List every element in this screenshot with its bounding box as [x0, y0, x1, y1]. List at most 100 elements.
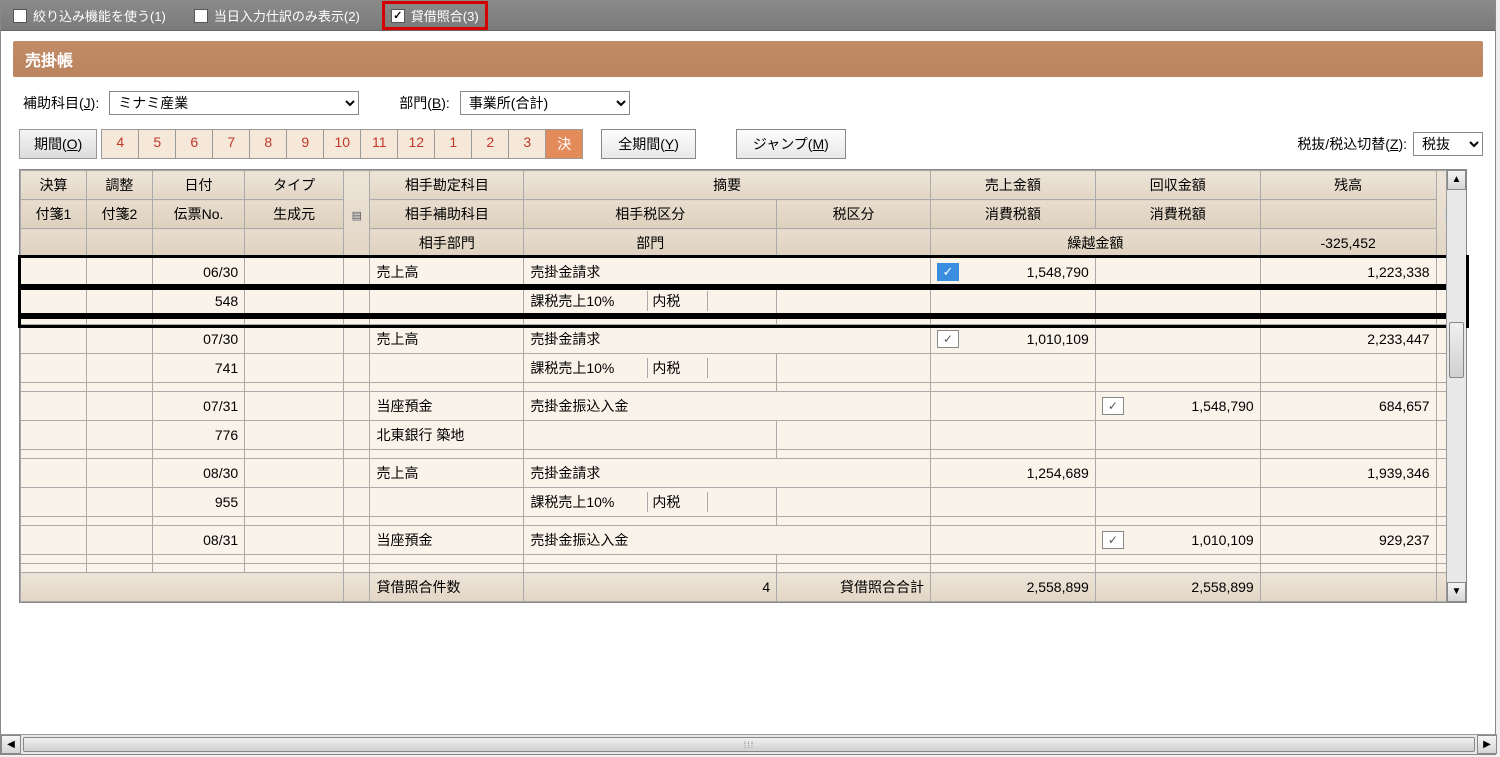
col-zandaka[interactable]: 残高: [1260, 171, 1436, 200]
check-icon[interactable]: ✓: [937, 330, 959, 348]
cell-aite[interactable]: 売上高: [370, 325, 524, 354]
period-month-決[interactable]: 決: [546, 129, 583, 159]
col-shohizei1[interactable]: 消費税額: [931, 200, 1096, 229]
cell-zandaka[interactable]: 684,657: [1260, 392, 1436, 421]
cell-uriage[interactable]: ✓1,548,790: [931, 258, 1096, 287]
cell-slip[interactable]: 548: [152, 287, 244, 316]
cell-aite[interactable]: 当座預金: [370, 392, 524, 421]
period-month-9[interactable]: 9: [287, 129, 324, 159]
cell-date[interactable]: 07/30: [152, 325, 244, 354]
cell-tekiyo[interactable]: 売掛金請求: [524, 325, 931, 354]
cell-kaishu[interactable]: [1095, 258, 1260, 287]
tax-toggle-select[interactable]: 税抜: [1413, 132, 1483, 156]
col-seisei[interactable]: 生成元: [245, 200, 344, 229]
ledger-row-bumon[interactable]: [21, 564, 1466, 573]
ledger-row-bumon[interactable]: [21, 316, 1466, 325]
cell-tax-kubun[interactable]: 課税売上10%内税: [524, 354, 777, 383]
col-denpyo[interactable]: 伝票No.: [152, 200, 244, 229]
ledger-row[interactable]: 08/31当座預金売掛金振込入金✓1,010,109929,237: [21, 526, 1466, 555]
ledger-row[interactable]: 07/30 売上高売掛金請求✓1,010,109 2,233,447: [21, 325, 1466, 354]
col-zeikubun[interactable]: 税区分: [777, 200, 931, 229]
ledger-row-bumon[interactable]: [21, 450, 1466, 459]
filter3-checkbox[interactable]: ✓ 貸借照合(3): [382, 1, 488, 30]
col-uriage[interactable]: 売上金額: [931, 171, 1096, 200]
col-fusen2[interactable]: 付箋2: [86, 200, 152, 229]
cell-tekiyo[interactable]: 売掛金振込入金: [524, 392, 931, 421]
cell-uriage[interactable]: [931, 526, 1096, 555]
cell-slip[interactable]: [152, 555, 244, 564]
period-month-12[interactable]: 12: [398, 129, 435, 159]
jump-button[interactable]: ジャンプ(M): [736, 129, 846, 159]
cell-zandaka[interactable]: 2,233,447: [1260, 325, 1436, 354]
col-aite-zei[interactable]: 相手税区分: [524, 200, 777, 229]
col-fusen1[interactable]: 付箋1: [21, 200, 87, 229]
ledger-row[interactable]: 08/30 売上高売掛金請求1,254,689 1,939,346: [21, 459, 1466, 488]
cell-tax-kubun[interactable]: [524, 421, 777, 450]
check-icon[interactable]: ✓: [1102, 531, 1124, 549]
col-chosei[interactable]: 調整: [86, 171, 152, 200]
ledger-row-bumon[interactable]: [21, 383, 1466, 392]
cell-kaishu[interactable]: [1095, 459, 1260, 488]
ledger-row[interactable]: 07/31 当座預金売掛金振込入金 ✓1,548,790684,657: [21, 392, 1466, 421]
period-month-7[interactable]: 7: [213, 129, 250, 159]
check-icon[interactable]: ✓: [937, 263, 959, 281]
col-aite-bumon[interactable]: 相手部門: [370, 229, 524, 258]
cell-aite[interactable]: 売上高: [370, 258, 524, 287]
period-month-3[interactable]: 3: [509, 129, 546, 159]
col-bumon[interactable]: 部門: [524, 229, 777, 258]
ledger-row[interactable]: 06/30売上高売掛金請求✓1,548,7901,223,338: [21, 258, 1466, 287]
period-month-10[interactable]: 10: [324, 129, 361, 159]
col-aite-hojo[interactable]: 相手補助科目: [370, 200, 524, 229]
col-type[interactable]: タイプ: [245, 171, 344, 200]
check-icon[interactable]: ✓: [1102, 397, 1124, 415]
horizontal-scrollbar[interactable]: ◀ ⁞⁞⁞ ▶: [1, 734, 1497, 754]
period-month-11[interactable]: 11: [361, 129, 398, 159]
period-month-6[interactable]: 6: [176, 129, 213, 159]
cell-tax-kubun[interactable]: [524, 555, 777, 564]
cell-date[interactable]: 08/31: [152, 526, 244, 555]
cell-aite-hojo[interactable]: 北東銀行 築地: [370, 421, 524, 450]
cell-zandaka[interactable]: 1,223,338: [1260, 258, 1436, 287]
cell-tekiyo[interactable]: 売掛金振込入金: [524, 526, 931, 555]
period-month-5[interactable]: 5: [139, 129, 176, 159]
cell-zandaka[interactable]: 1,939,346: [1260, 459, 1436, 488]
ledger-row-bumon[interactable]: [21, 517, 1466, 526]
col-aite-kanjo[interactable]: 相手勘定科目: [370, 171, 524, 200]
cell-uriage[interactable]: [931, 392, 1096, 421]
filter2-checkbox[interactable]: 当日入力仕訳のみ表示(2): [194, 6, 360, 25]
scroll-down-icon[interactable]: ▼: [1447, 582, 1466, 602]
cell-aite-hojo[interactable]: [370, 555, 524, 564]
ledger-row-sub[interactable]: 741 課税売上10%内税: [21, 354, 1466, 383]
cell-date[interactable]: 07/31: [152, 392, 244, 421]
period-button[interactable]: 期間(O): [19, 129, 97, 159]
ledger-row-sub[interactable]: 955課税売上10%内税: [21, 488, 1466, 517]
cell-aite[interactable]: 売上高: [370, 459, 524, 488]
ledger-row-sub[interactable]: [21, 555, 1466, 564]
cell-date[interactable]: 08/30: [152, 459, 244, 488]
cell-tekiyo[interactable]: 売掛金請求: [524, 459, 931, 488]
cell-kaishu[interactable]: ✓1,010,109: [1095, 526, 1260, 555]
period-month-4[interactable]: 4: [102, 129, 139, 159]
col-kaishu[interactable]: 回収金額: [1095, 171, 1260, 200]
col-date[interactable]: 日付: [152, 171, 244, 200]
cell-slip[interactable]: 955: [152, 488, 244, 517]
filter1-checkbox[interactable]: 絞り込み機能を使う(1): [13, 6, 166, 25]
cell-uriage[interactable]: ✓1,010,109: [931, 325, 1096, 354]
cell-aite-hojo[interactable]: [370, 488, 524, 517]
cell-kaishu[interactable]: [1095, 325, 1260, 354]
cell-tekiyo[interactable]: 売掛金請求: [524, 258, 931, 287]
col-memo-icon[interactable]: ▤: [344, 171, 370, 258]
scroll-up-icon[interactable]: ▲: [1447, 170, 1466, 190]
col-tekiyo[interactable]: 摘要: [524, 171, 931, 200]
cell-aite-hojo[interactable]: [370, 287, 524, 316]
cell-slip[interactable]: 741: [152, 354, 244, 383]
cell-uriage[interactable]: 1,254,689: [931, 459, 1096, 488]
scroll-left-icon[interactable]: ◀: [1, 735, 21, 754]
cell-kaishu[interactable]: ✓1,548,790: [1095, 392, 1260, 421]
col-shohizei2[interactable]: 消費税額: [1095, 200, 1260, 229]
ledger-row-sub[interactable]: 548課税売上10%内税: [21, 287, 1466, 316]
all-period-button[interactable]: 全期間(Y): [601, 129, 696, 159]
period-month-2[interactable]: 2: [472, 129, 509, 159]
dept-select[interactable]: 事業所(合計): [460, 91, 630, 115]
col-kessan[interactable]: 決算: [21, 171, 87, 200]
